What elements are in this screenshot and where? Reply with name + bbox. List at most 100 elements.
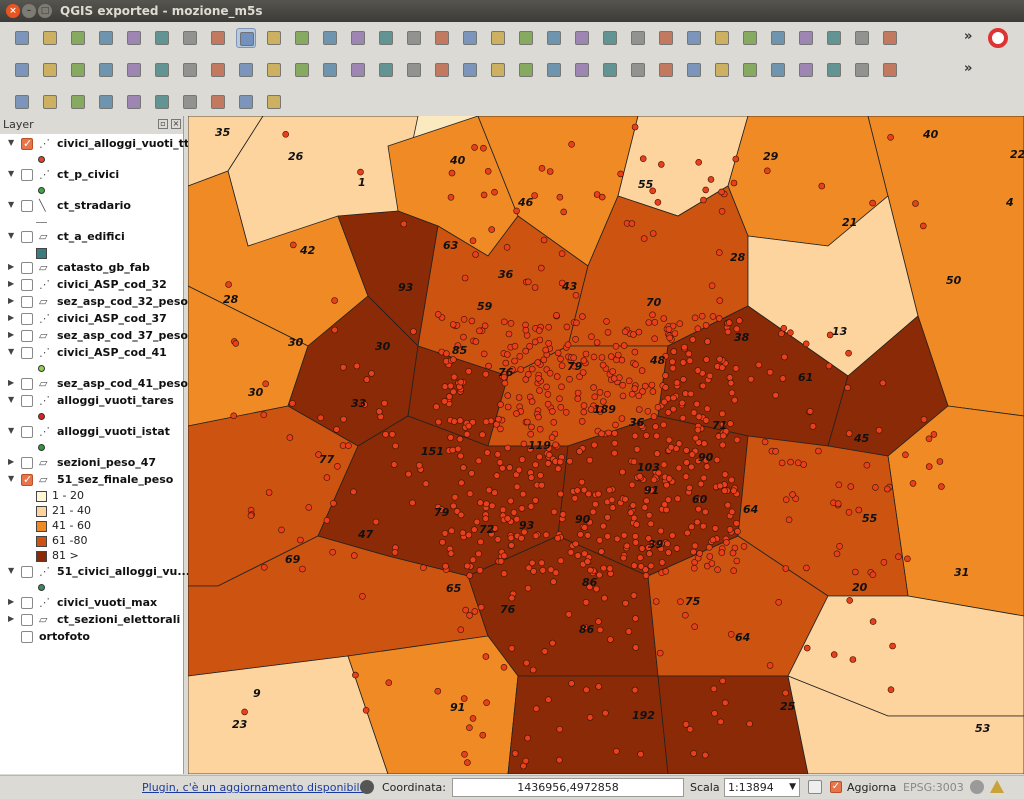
address-point[interactable] <box>779 375 787 382</box>
address-point[interactable] <box>585 490 592 498</box>
address-point[interactable] <box>511 750 519 757</box>
grass-mapset-icon[interactable] <box>12 92 32 112</box>
address-point[interactable] <box>725 319 733 326</box>
address-point[interactable] <box>611 429 619 437</box>
address-point[interactable] <box>568 140 575 148</box>
close-panel-icon[interactable]: × <box>171 119 181 129</box>
new-print-composer-icon[interactable] <box>124 28 144 48</box>
address-point[interactable] <box>480 191 488 199</box>
address-point[interactable] <box>382 430 389 438</box>
collapse-arrow-icon[interactable]: ▼ <box>8 347 14 356</box>
address-point[interactable] <box>595 490 602 498</box>
address-point[interactable] <box>675 464 683 472</box>
paste-features-icon[interactable] <box>600 60 620 80</box>
address-point[interactable] <box>457 452 464 460</box>
address-point[interactable] <box>682 720 690 728</box>
address-point[interactable] <box>619 392 627 400</box>
address-point[interactable] <box>536 425 544 433</box>
grass-new-mapset-icon[interactable] <box>40 92 60 112</box>
help-lifebuoy-icon[interactable] <box>988 28 1008 48</box>
address-point[interactable] <box>635 406 643 413</box>
address-point[interactable] <box>698 312 706 320</box>
address-point[interactable] <box>604 532 611 540</box>
address-point[interactable] <box>554 534 562 542</box>
address-point[interactable] <box>880 558 888 566</box>
address-point[interactable] <box>690 750 698 757</box>
address-point[interactable] <box>604 329 612 336</box>
address-point[interactable] <box>329 548 336 556</box>
address-point[interactable] <box>462 606 470 614</box>
address-point[interactable] <box>499 464 506 472</box>
add-feature-icon[interactable] <box>432 60 452 80</box>
address-point[interactable] <box>297 536 304 544</box>
address-point[interactable] <box>695 413 703 421</box>
address-point[interactable] <box>657 161 665 168</box>
address-point[interactable] <box>617 170 624 178</box>
address-point[interactable] <box>261 563 268 571</box>
address-point[interactable] <box>938 483 945 490</box>
layer-visibility-checkbox[interactable] <box>21 296 33 308</box>
address-point[interactable] <box>483 699 490 707</box>
address-point[interactable] <box>693 518 701 526</box>
address-point[interactable] <box>449 356 457 363</box>
address-point[interactable] <box>580 408 588 416</box>
address-point[interactable] <box>450 502 457 510</box>
toolbar-overflow-button[interactable]: » <box>964 61 972 76</box>
address-point[interactable] <box>461 274 469 282</box>
address-point[interactable] <box>501 379 509 387</box>
address-point[interactable] <box>706 372 714 380</box>
layer-row[interactable]: ▼ ╲ ct_stradario <box>0 198 184 215</box>
address-point[interactable] <box>593 339 601 346</box>
address-point[interactable] <box>574 395 582 402</box>
address-point[interactable] <box>679 414 687 422</box>
address-point[interactable] <box>471 144 478 151</box>
address-point[interactable] <box>491 489 498 497</box>
address-point[interactable] <box>703 405 711 413</box>
address-point[interactable] <box>574 552 582 559</box>
redo-icon[interactable] <box>656 60 676 80</box>
address-point[interactable] <box>654 199 662 206</box>
address-point[interactable] <box>558 362 566 369</box>
address-point[interactable] <box>728 389 736 397</box>
address-point[interactable] <box>663 506 670 514</box>
address-point[interactable] <box>872 484 879 491</box>
address-point[interactable] <box>727 630 735 638</box>
address-point[interactable] <box>503 351 511 358</box>
offset-curve-icon[interactable] <box>880 60 900 80</box>
address-point[interactable] <box>305 504 313 511</box>
address-point[interactable] <box>571 494 579 502</box>
address-point[interactable] <box>595 683 603 690</box>
address-point[interactable] <box>731 396 739 404</box>
address-point[interactable] <box>466 724 473 732</box>
address-point[interactable] <box>544 460 552 467</box>
address-point[interactable] <box>660 315 668 322</box>
delete-ring-icon[interactable] <box>796 60 816 80</box>
collapse-arrow-icon[interactable]: ▼ <box>8 231 14 240</box>
address-point[interactable] <box>619 468 626 476</box>
address-point[interactable] <box>434 687 442 695</box>
address-point[interactable] <box>835 481 843 489</box>
address-point[interactable] <box>670 394 677 402</box>
address-point[interactable] <box>732 365 740 372</box>
address-point[interactable] <box>537 264 545 272</box>
address-point[interactable] <box>687 390 695 398</box>
layer-row[interactable]: ▶ ⋰ civici_vuoti_max <box>0 595 184 612</box>
address-point[interactable] <box>286 434 294 441</box>
address-point[interactable] <box>572 540 580 548</box>
address-point[interactable] <box>495 415 502 423</box>
address-point[interactable] <box>554 465 562 473</box>
address-point[interactable] <box>681 343 688 351</box>
address-point[interactable] <box>718 364 726 371</box>
address-point[interactable] <box>683 459 690 466</box>
address-point[interactable] <box>541 648 549 655</box>
address-point[interactable] <box>847 483 855 490</box>
address-point[interactable] <box>372 518 380 526</box>
refresh-icon[interactable] <box>460 28 480 48</box>
address-point[interactable] <box>730 487 738 495</box>
address-point[interactable] <box>718 188 725 196</box>
address-point[interactable] <box>656 649 664 657</box>
address-point[interactable] <box>623 542 631 550</box>
address-point[interactable] <box>619 381 627 389</box>
address-point[interactable] <box>782 496 790 504</box>
add-delimited-text-icon[interactable] <box>740 28 760 48</box>
